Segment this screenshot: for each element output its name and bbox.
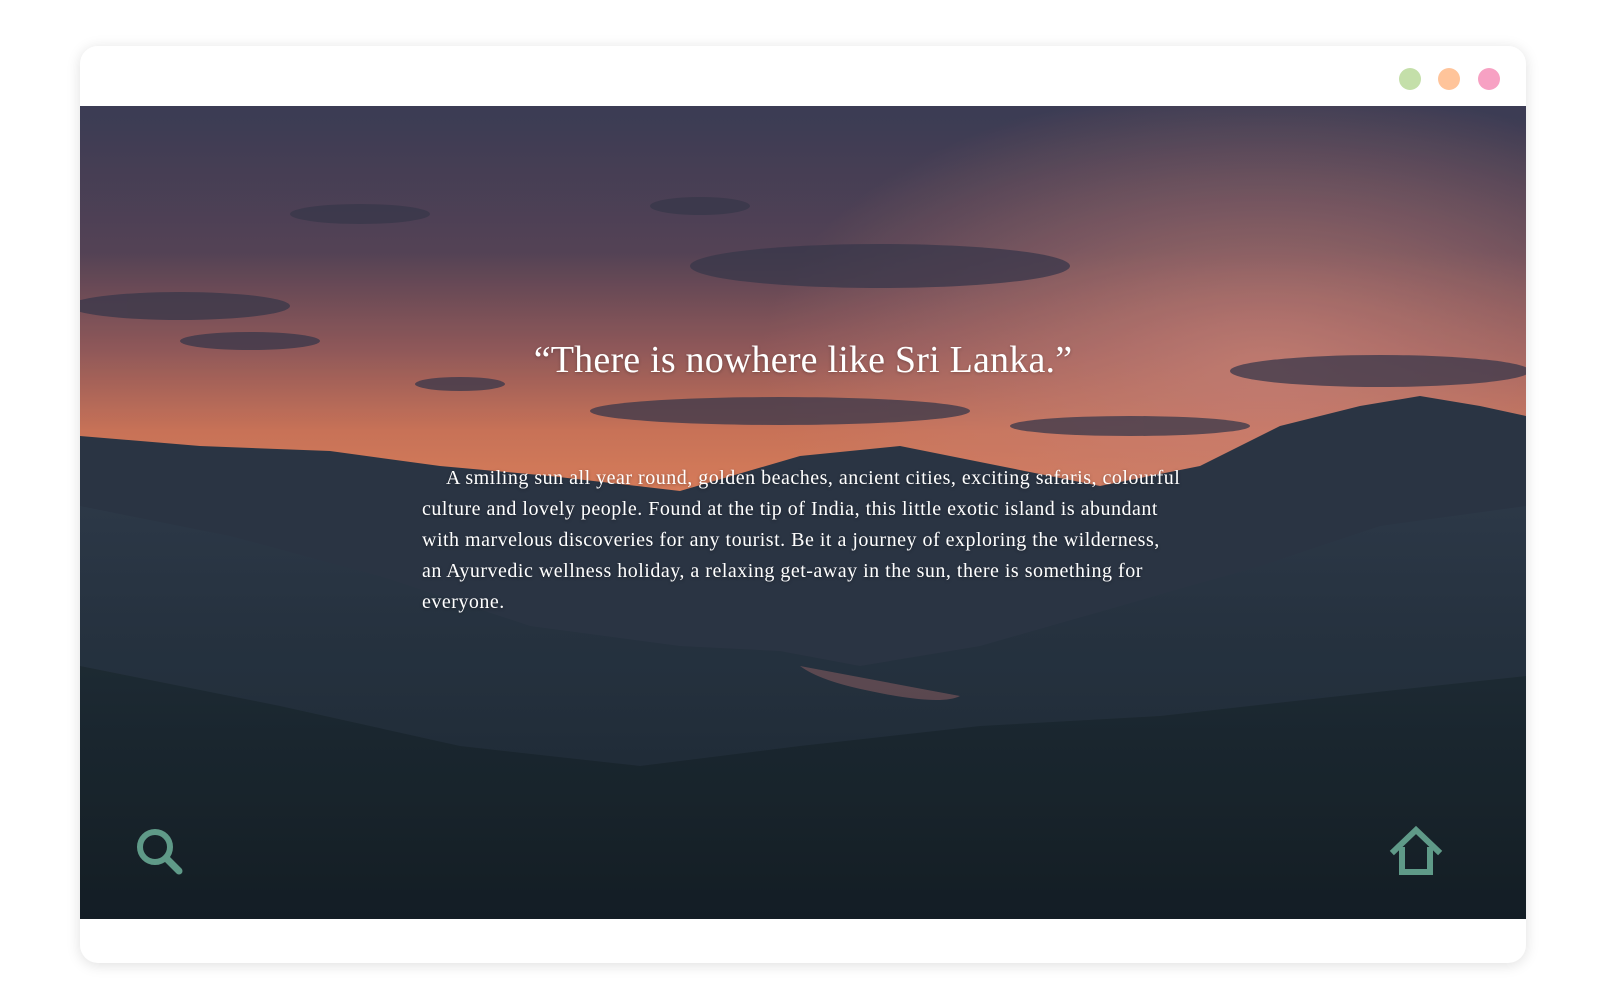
browser-window: “There is nowhere like Sri Lanka.” A smi… (80, 46, 1526, 963)
window-control-orange[interactable] (1438, 68, 1460, 90)
window-control-pink[interactable] (1478, 68, 1500, 90)
hero-description: A smiling sun all year round, golden bea… (422, 467, 1181, 613)
hero-quote: “There is nowhere like Sri Lanka.” (533, 339, 1073, 381)
search-button[interactable] (132, 824, 188, 880)
hero-section: “There is nowhere like Sri Lanka.” A smi… (80, 106, 1526, 919)
window-control-green[interactable] (1399, 68, 1421, 90)
home-icon (1389, 825, 1443, 875)
search-icon (137, 829, 183, 875)
home-button[interactable] (1388, 823, 1444, 879)
title-bar (80, 46, 1526, 106)
